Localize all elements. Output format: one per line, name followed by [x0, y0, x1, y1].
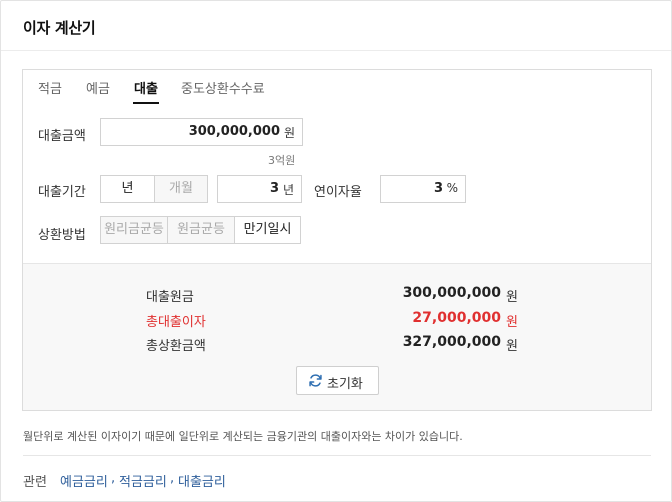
related-link-loan-rate[interactable]: 대출금리	[178, 471, 226, 490]
total-label: 총상환금액	[146, 339, 206, 354]
tab-savings[interactable]: 적금	[38, 78, 62, 97]
tab-deposit[interactable]: 예금	[86, 78, 110, 97]
related-separator: ,	[111, 471, 116, 486]
period-unit: 년	[282, 183, 294, 197]
period-input[interactable]: 3 년	[217, 175, 302, 203]
reset-button[interactable]: 초기화	[296, 366, 379, 395]
total-value: 327,000,000	[402, 334, 501, 350]
active-tab-indicator	[133, 102, 159, 104]
principal-label: 대출원금	[146, 290, 194, 305]
interest-value: 27,000,000	[412, 310, 501, 326]
refresh-icon	[309, 374, 322, 387]
result-area: 대출원금 300,000,000 원 총대출이자 27,000,000 원 총상…	[23, 263, 651, 410]
period-label: 대출기간	[38, 185, 86, 200]
total-unit: 원	[506, 339, 518, 354]
amount-label: 대출금액	[38, 129, 86, 144]
rate-value: 3	[433, 181, 443, 196]
related-separator: ,	[170, 471, 175, 486]
amount-value: 300,000,000	[188, 124, 280, 139]
rate-input[interactable]: 3 %	[380, 175, 466, 203]
method-label: 상환방법	[38, 228, 86, 243]
widget-header: 이자 계산기	[1, 1, 671, 51]
interest-unit: 원	[506, 315, 518, 330]
period-unit-month[interactable]: 개월	[154, 175, 208, 203]
principal-unit: 원	[506, 290, 518, 305]
amount-input[interactable]: 300,000,000 원	[100, 118, 303, 146]
related-link-savings-rate[interactable]: 적금금리	[119, 471, 167, 490]
reset-label: 초기화	[327, 377, 363, 392]
method-bullet[interactable]: 만기일시	[234, 216, 301, 244]
method-equal-payment[interactable]: 원리금균등	[100, 216, 168, 244]
tab-prepayment-fee[interactable]: 중도상환수수료	[181, 78, 265, 97]
tab-bar: 적금 예금 대출 중도상환수수료	[23, 70, 651, 104]
interest-calculator-widget: 이자 계산기 적금 예금 대출 중도상환수수료 대출금액 300,000,000…	[0, 0, 672, 502]
disclaimer-note: 월단위로 계산된 이자이기 때문에 일단위로 계산되는 금융기관의 대출이자와는…	[23, 430, 463, 443]
amount-hint: 3억원	[268, 154, 296, 167]
amount-unit: 원	[283, 126, 295, 140]
calculator-panel: 적금 예금 대출 중도상환수수료 대출금액 300,000,000 원 3억원 …	[22, 69, 652, 411]
related-label: 관련	[23, 475, 47, 490]
widget-title: 이자 계산기	[23, 19, 96, 37]
footer-divider	[23, 455, 651, 456]
related-link-deposit-rate[interactable]: 예금금리	[60, 471, 108, 490]
rate-unit: %	[446, 181, 458, 195]
method-equal-principal[interactable]: 원금균등	[167, 216, 235, 244]
rate-label: 연이자율	[314, 185, 362, 200]
interest-label: 총대출이자	[146, 315, 206, 330]
tab-loan[interactable]: 대출	[134, 78, 158, 97]
principal-value: 300,000,000	[402, 285, 501, 301]
period-unit-year[interactable]: 년	[100, 175, 155, 203]
period-value: 3	[269, 181, 279, 196]
